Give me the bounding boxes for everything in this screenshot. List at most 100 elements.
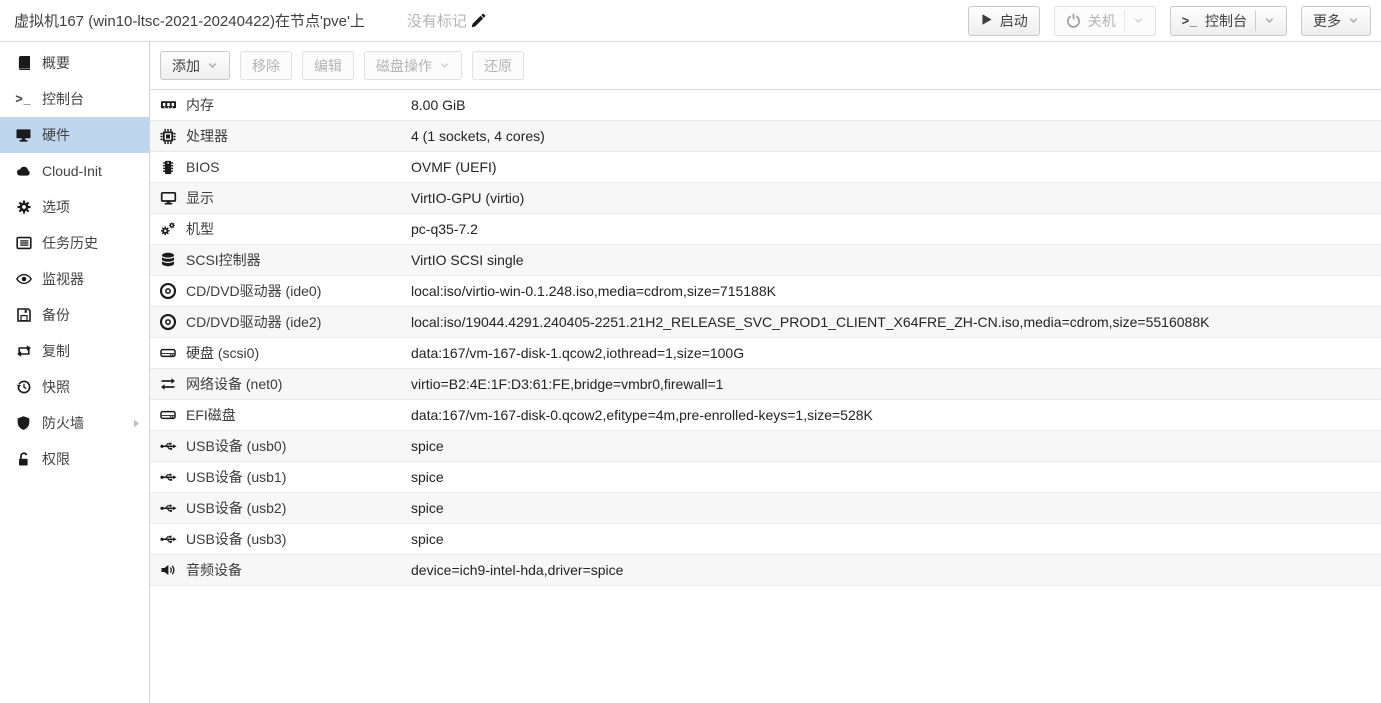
device-value: VirtIO-GPU (virtio) xyxy=(411,190,524,206)
usb-icon xyxy=(158,469,178,485)
sidebar-item-summary[interactable]: 概要 xyxy=(0,45,149,81)
table-row[interactable]: USB设备 (usb1)spice xyxy=(150,462,1381,493)
sidebar-item-task-history[interactable]: 任务历史 xyxy=(0,225,149,261)
device-label: CD/DVD驱动器 (ide2) xyxy=(186,312,411,332)
device-label: USB设备 (usb1) xyxy=(186,467,411,487)
device-label: EFI磁盘 xyxy=(186,405,411,425)
expand-caret-icon[interactable] xyxy=(133,419,140,428)
cpu-icon xyxy=(158,128,178,145)
remove-button[interactable]: 移除 xyxy=(240,51,292,80)
sidebar-item-label: 防火墙 xyxy=(42,413,84,433)
table-row[interactable]: USB设备 (usb2)spice xyxy=(150,493,1381,524)
device-value: device=ich9-intel-hda,driver=spice xyxy=(411,562,623,578)
device-label: BIOS xyxy=(186,159,411,175)
table-row[interactable]: 硬盘 (scsi0)data:167/vm-167-disk-1.qcow2,i… xyxy=(150,338,1381,369)
cdrom-icon xyxy=(158,282,178,300)
sidebar-item-label: 选项 xyxy=(42,197,70,217)
device-value: local:iso/virtio-win-0.1.248.iso,media=c… xyxy=(411,283,776,299)
device-value: spice xyxy=(411,438,444,454)
table-row[interactable]: SCSI控制器VirtIO SCSI single xyxy=(150,245,1381,276)
memory-icon xyxy=(158,97,178,113)
retweet-icon xyxy=(14,343,33,359)
chevron-down-icon[interactable] xyxy=(1264,15,1275,26)
button-label: 添加 xyxy=(172,56,200,76)
chevron-down-icon[interactable] xyxy=(1133,15,1144,26)
device-label: USB设备 (usb0) xyxy=(186,436,411,456)
sidebar-item-permissions[interactable]: 权限 xyxy=(0,441,149,477)
button-label: 关机 xyxy=(1088,11,1116,31)
sidebar-item-label: 任务历史 xyxy=(42,233,98,253)
table-row[interactable]: 音频设备device=ich9-intel-hda,driver=spice xyxy=(150,555,1381,586)
usb-icon xyxy=(158,500,178,516)
device-value: virtio=B2:4E:1F:D3:61:FE,bridge=vmbr0,fi… xyxy=(411,376,723,392)
tags-area: 没有标记 xyxy=(407,10,486,31)
disk-actions-button[interactable]: 磁盘操作 xyxy=(364,51,462,80)
table-row[interactable]: 显示VirtIO-GPU (virtio) xyxy=(150,183,1381,214)
hdd-icon xyxy=(158,407,178,423)
device-label: 机型 xyxy=(186,219,411,239)
button-label: 启动 xyxy=(1000,11,1028,31)
edit-tags-pencil-icon[interactable] xyxy=(471,13,486,28)
play-icon xyxy=(980,13,993,29)
button-label: 还原 xyxy=(484,56,512,76)
device-value: data:167/vm-167-disk-1.qcow2,iothread=1,… xyxy=(411,345,744,361)
sidebar-item-console[interactable]: >_控制台 xyxy=(0,81,149,117)
device-value: spice xyxy=(411,500,444,516)
add-button[interactable]: 添加 xyxy=(160,51,230,80)
table-row[interactable]: 处理器4 (1 sockets, 4 cores) xyxy=(150,121,1381,152)
table-row[interactable]: BIOSOVMF (UEFI) xyxy=(150,152,1381,183)
table-row[interactable]: CD/DVD驱动器 (ide0)local:iso/virtio-win-0.1… xyxy=(150,276,1381,307)
unlock-icon xyxy=(14,451,33,467)
table-row[interactable]: CD/DVD驱动器 (ide2)local:iso/19044.4291.240… xyxy=(150,307,1381,338)
device-label: 内存 xyxy=(186,95,411,115)
microchip-icon xyxy=(158,159,178,176)
sidebar-item-label: 概要 xyxy=(42,53,70,73)
table-row[interactable]: USB设备 (usb3)spice xyxy=(150,524,1381,555)
console-button[interactable]: >_ 控制台 xyxy=(1170,6,1287,36)
edit-button[interactable]: 编辑 xyxy=(302,51,354,80)
list-icon xyxy=(14,235,33,251)
chevron-down-icon xyxy=(207,60,218,71)
button-label: 磁盘操作 xyxy=(376,56,432,76)
start-button[interactable]: 启动 xyxy=(968,6,1040,36)
database-icon xyxy=(158,252,178,268)
history-icon xyxy=(14,379,33,395)
device-label: 网络设备 (net0) xyxy=(186,374,411,394)
table-row[interactable]: 网络设备 (net0)virtio=B2:4E:1F:D3:61:FE,brid… xyxy=(150,369,1381,400)
device-label: 显示 xyxy=(186,188,411,208)
revert-button[interactable]: 还原 xyxy=(472,51,524,80)
more-button[interactable]: 更多 xyxy=(1301,6,1371,36)
chevron-down-icon xyxy=(439,60,450,71)
device-label: 音频设备 xyxy=(186,560,411,580)
chevron-down-icon xyxy=(1348,15,1359,26)
device-label: USB设备 (usb2) xyxy=(186,498,411,518)
table-row[interactable]: 内存8.00 GiB xyxy=(150,90,1381,121)
sidebar-item-label: 硬件 xyxy=(42,125,70,145)
sidebar: 概要 >_控制台硬件 Cloud-Init 选项任务历史监视器备份复制快照防火墙权限 xyxy=(0,42,150,703)
button-label: 更多 xyxy=(1313,11,1341,31)
sidebar-item-label: 监视器 xyxy=(42,269,84,289)
cdrom-icon xyxy=(158,313,178,331)
sidebar-item-monitor[interactable]: 监视器 xyxy=(0,261,149,297)
sidebar-item-replication[interactable]: 复制 xyxy=(0,333,149,369)
sidebar-item-hardware[interactable]: 硬件 xyxy=(0,117,149,153)
sidebar-item-firewall[interactable]: 防火墙 xyxy=(0,405,149,441)
desktop-icon xyxy=(14,127,33,143)
page-title: 虚拟机167 (win10-ltsc-2021-20240422)在节点'pve… xyxy=(14,10,365,31)
sidebar-item-backup[interactable]: 备份 xyxy=(0,297,149,333)
sidebar-item-label: Cloud-Init xyxy=(42,163,102,179)
sidebar-item-options[interactable]: 选项 xyxy=(0,189,149,225)
device-value: spice xyxy=(411,531,444,547)
table-row[interactable]: EFI磁盘data:167/vm-167-disk-0.qcow2,efityp… xyxy=(150,400,1381,431)
volume-icon xyxy=(158,562,178,578)
shutdown-button[interactable]: 关机 xyxy=(1054,6,1156,36)
sidebar-item-snapshots[interactable]: 快照 xyxy=(0,369,149,405)
device-label: USB设备 (usb3) xyxy=(186,529,411,549)
device-label: 硬盘 (scsi0) xyxy=(186,343,411,363)
table-row[interactable]: 机型pc-q35-7.2 xyxy=(150,214,1381,245)
cloud-icon xyxy=(14,164,33,179)
sidebar-item-cloud-init[interactable]: Cloud-Init xyxy=(0,153,149,189)
display-icon xyxy=(158,190,178,206)
table-row[interactable]: USB设备 (usb0)spice xyxy=(150,431,1381,462)
device-value: OVMF (UEFI) xyxy=(411,159,497,175)
